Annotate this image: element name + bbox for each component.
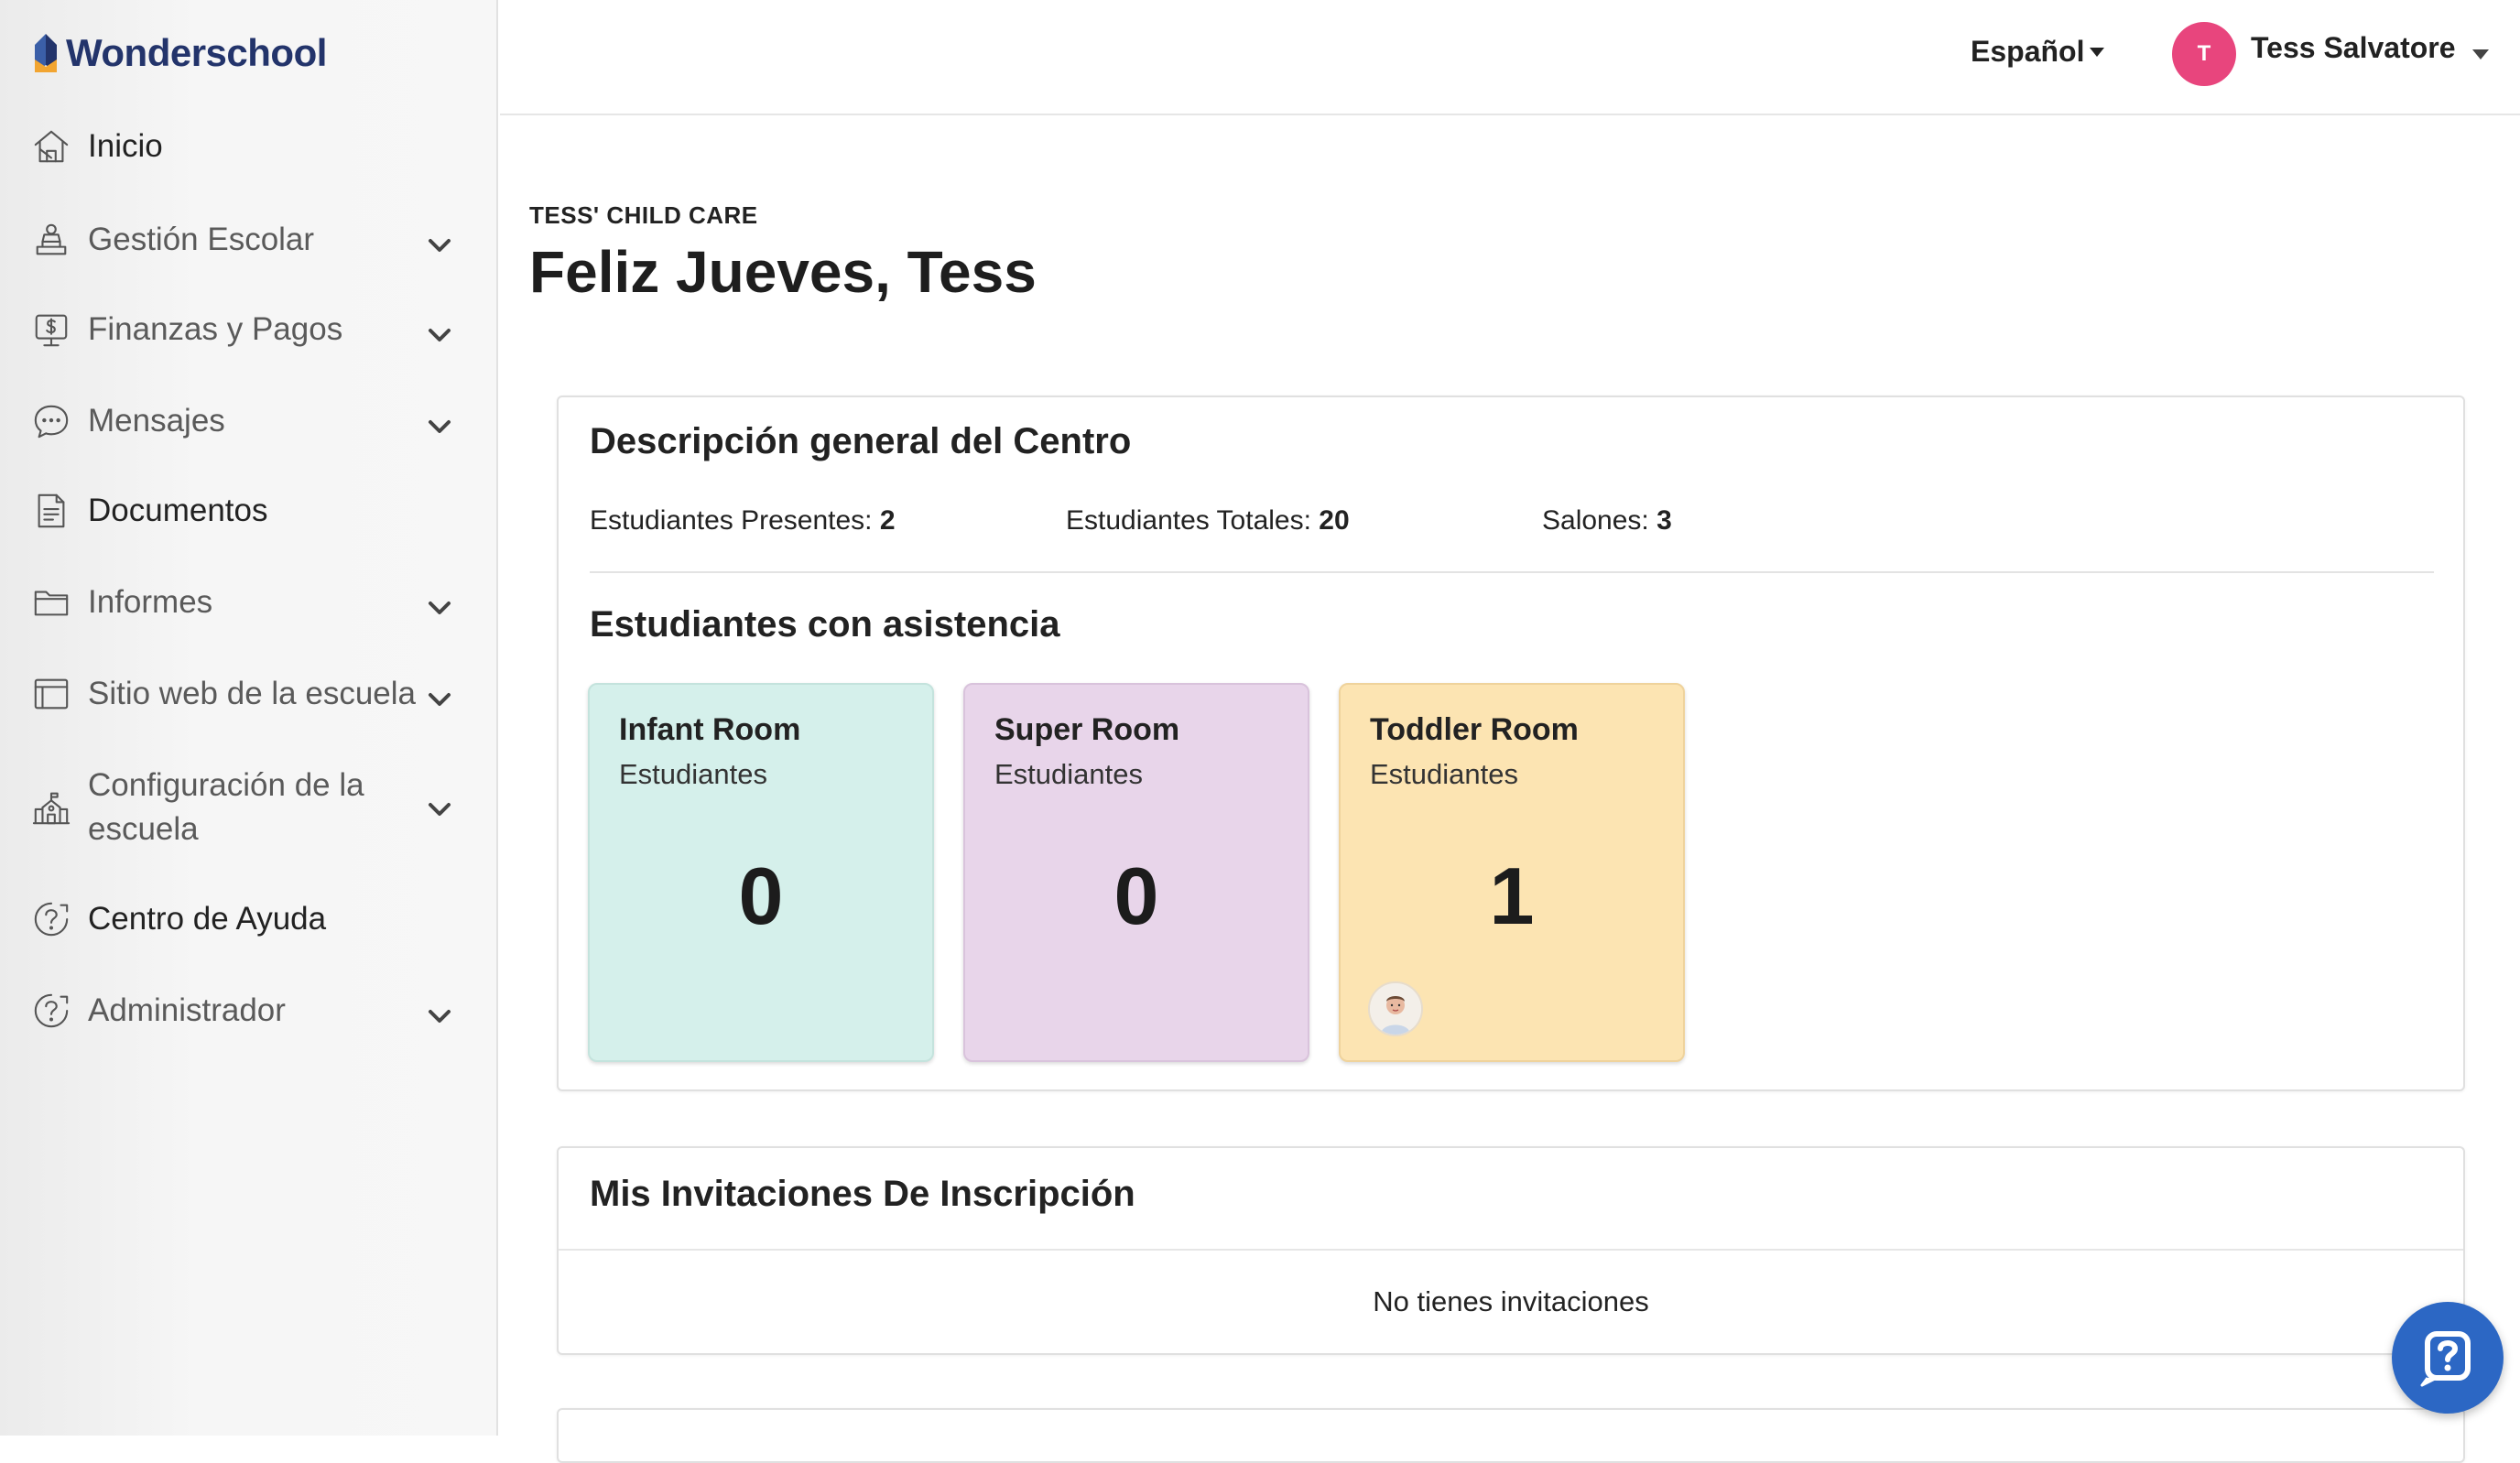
room-student-count: 0 (738, 851, 784, 941)
room-subtitle: Estudiantes (994, 758, 1143, 790)
room-name: Infant Room (619, 712, 801, 747)
language-label: Español (1971, 35, 2085, 68)
room-subtitle: Estudiantes (1370, 758, 1518, 790)
center-overview-card: Descripción general del Centro Estudiant… (557, 396, 2465, 1091)
student-avatar-thumbnail[interactable] (1368, 981, 1423, 1036)
page-title: Feliz Jueves, Tess (529, 239, 1037, 305)
wonderschool-logo[interactable]: Wonderschool (33, 27, 327, 79)
chevron-down-icon[interactable] (423, 410, 460, 447)
language-selector[interactable]: Español (1971, 35, 2105, 69)
user-menu-caret-icon[interactable] (2472, 49, 2489, 60)
room-card-infant[interactable]: Infant Room Estudiantes 0 (588, 683, 934, 1062)
next-card-partial (557, 1408, 2465, 1463)
enrollment-invitations-card: Mis Invitaciones De Inscripción No tiene… (557, 1146, 2465, 1355)
room-student-count: 1 (1489, 851, 1535, 941)
invitations-title: Mis Invitaciones De Inscripción (590, 1174, 1135, 1214)
sidebar-item-documentos[interactable]: Documentos (0, 489, 498, 533)
attendance-title: Estudiantes con asistencia (590, 604, 1060, 645)
school-management-icon (31, 220, 71, 260)
chevron-down-icon[interactable] (423, 319, 460, 355)
sidebar-item-inicio[interactable]: Inicio (0, 125, 498, 168)
room-subtitle: Estudiantes (619, 758, 767, 790)
billing-icon (31, 309, 71, 350)
total-students-stat: Estudiantes Totales: 20 (1066, 505, 1350, 536)
chevron-down-icon[interactable] (423, 683, 460, 720)
room-name: Toddler Room (1370, 712, 1579, 747)
sidebar-item-label: Inicio (88, 128, 163, 164)
room-name: Super Room (994, 712, 1180, 747)
sidebar-item-configuracion[interactable]: Configuración de la escuela (0, 764, 498, 851)
invitations-divider (559, 1249, 2463, 1251)
sidebar-item-mensajes[interactable]: Mensajes (0, 399, 498, 443)
total-students-value: 20 (1319, 505, 1350, 536)
sidebar-item-centro-de-ayuda[interactable]: Centro de Ayuda (0, 897, 498, 941)
brand-name: Wonderschool (66, 31, 327, 74)
user-name[interactable]: Tess Salvatore (2251, 31, 2456, 65)
chevron-down-icon[interactable] (423, 229, 460, 266)
admin-help-icon (31, 991, 71, 1031)
center-name: TESS' CHILD CARE (529, 201, 758, 229)
messages-icon (31, 401, 71, 441)
total-students-label: Estudiantes Totales: (1066, 505, 1311, 536)
sidebar-item-label: Mensajes (88, 403, 225, 439)
overview-divider (590, 571, 2434, 573)
sidebar-item-label-line2: escuela (88, 811, 199, 847)
rooms-stat: Salones: 3 (1542, 505, 1672, 536)
sidebar-item-label: Documentos (88, 493, 268, 528)
room-card-toddler[interactable]: Toddler Room Estudiantes 1 (1339, 683, 1685, 1062)
sidebar-item-label: Gestión Escolar (88, 222, 315, 257)
chevron-down-icon[interactable] (423, 591, 460, 628)
folder-icon (31, 582, 71, 623)
wonderschool-logo-icon (35, 34, 57, 72)
sidebar-item-informes[interactable]: Informes (0, 580, 498, 624)
sidebar-item-label: Finanzas y Pagos (88, 311, 343, 347)
chevron-down-icon[interactable] (423, 1000, 460, 1036)
document-icon (31, 491, 71, 531)
room-student-count: 0 (1113, 851, 1159, 941)
sidebar-item-gestion-escolar[interactable]: Gestión Escolar (0, 218, 498, 262)
sidebar: Wonderschool Inicio Gestión Escolar Fina… (0, 0, 498, 1436)
chat-help-icon (2420, 1331, 2471, 1387)
present-students-label: Estudiantes Presentes: (590, 505, 873, 536)
no-invitations-message: No tienes invitaciones (1373, 1285, 1649, 1317)
present-students-value: 2 (879, 505, 896, 536)
sidebar-item-finanzas-y-pagos[interactable]: Finanzas y Pagos (0, 308, 498, 352)
room-card-super[interactable]: Super Room Estudiantes 0 (963, 683, 1309, 1062)
sidebar-item-label: Informes (88, 584, 213, 620)
help-circle-icon (31, 899, 71, 939)
present-students-stat: Estudiantes Presentes: 2 (590, 505, 896, 536)
help-chat-button[interactable] (2392, 1302, 2504, 1414)
chevron-down-icon[interactable] (423, 793, 460, 829)
sidebar-item-label: Sitio web de la escuela (88, 676, 416, 711)
sidebar-item-administrador[interactable]: Administrador (0, 989, 498, 1033)
avatar[interactable]: T (2172, 22, 2236, 86)
home-icon (31, 126, 71, 167)
rooms-label: Salones: (1542, 505, 1649, 536)
sidebar-item-sitio-web[interactable]: Sitio web de la escuela (0, 672, 498, 716)
sidebar-item-label: Centro de Ayuda (88, 901, 327, 937)
website-icon (31, 674, 71, 714)
sidebar-item-label: Configuración de la (88, 767, 364, 803)
sidebar-item-label: Administrador (88, 992, 286, 1028)
rooms-value: 3 (1656, 505, 1672, 536)
child-photo-icon (1370, 983, 1421, 1035)
school-building-icon (31, 787, 71, 828)
overview-title: Descripción general del Centro (590, 421, 1132, 461)
caret-down-icon (2090, 47, 2105, 57)
